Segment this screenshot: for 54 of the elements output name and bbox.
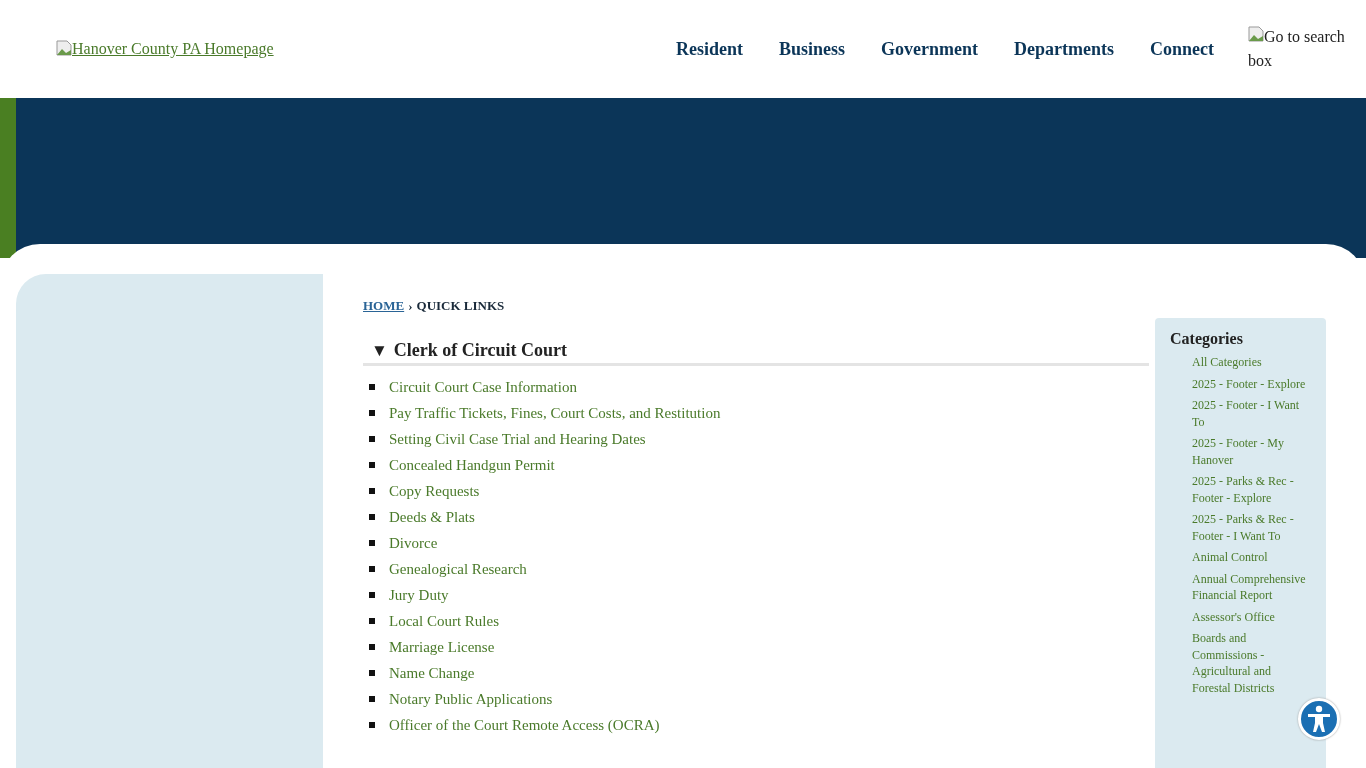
bullet-icon <box>369 644 375 650</box>
category-link[interactable]: Boards and Commissions - Agricultural and Forestal Districts <box>1192 630 1312 696</box>
bullet-icon <box>369 592 375 598</box>
quick-link[interactable]: Notary Public Applications <box>389 690 553 708</box>
category-link[interactable]: 2025 - Footer - My Hanover <box>1192 435 1312 468</box>
breadcrumb-current: QUICK LINKS <box>416 298 505 314</box>
bullet-icon <box>369 540 375 546</box>
bullet-icon <box>369 384 375 390</box>
quick-link[interactable]: Marriage License <box>389 638 495 656</box>
quick-link[interactable]: Circuit Court Case Information <box>389 378 577 396</box>
nav-link[interactable]: Government <box>881 38 978 60</box>
breadcrumb-separator: › <box>408 298 413 314</box>
accessibility-icon <box>1306 705 1332 733</box>
nav-link[interactable]: Departments <box>1014 38 1114 60</box>
logo-link[interactable]: Hanover County PA Homepage <box>56 40 274 58</box>
quick-link[interactable]: Pay Traffic Tickets, Fines, Court Costs, and Restitution <box>389 404 721 422</box>
nav-link[interactable]: Resident <box>676 38 743 60</box>
bullet-icon <box>369 696 375 702</box>
quick-link[interactable]: Name Change <box>389 664 475 682</box>
collapse-toggle[interactable]: ▼ <box>371 340 388 361</box>
category-link[interactable]: 2025 - Parks & Rec - Footer - Explore <box>1192 473 1312 506</box>
breadcrumb-link[interactable]: HOME <box>363 298 405 314</box>
bullet-icon <box>369 410 375 416</box>
bullet-icon <box>369 436 375 442</box>
quick-link[interactable]: Genealogical Research <box>389 560 527 578</box>
bullet-icon <box>369 670 375 676</box>
quick-link[interactable]: Local Court Rules <box>389 612 499 630</box>
category-link[interactable]: 2025 - Parks & Rec - Footer - I Want To <box>1192 511 1312 544</box>
quick-link[interactable]: Copy Requests <box>389 482 480 500</box>
bullet-icon <box>369 514 375 520</box>
quick-link[interactable]: Deeds & Plats <box>389 508 475 526</box>
category-link[interactable]: Animal Control <box>1192 549 1312 566</box>
bullet-icon <box>369 566 375 572</box>
search-link[interactable]: Go to search box <box>1248 25 1348 73</box>
bullet-icon <box>369 618 375 624</box>
quick-link[interactable]: Jury Duty <box>389 586 449 604</box>
category-link[interactable]: 2025 - Footer - I Want To <box>1192 397 1312 430</box>
categories-title: Categories <box>1170 330 1244 348</box>
category-link[interactable]: Assessor's Office <box>1192 608 1312 625</box>
quick-link[interactable]: Divorce <box>389 534 438 552</box>
bullet-icon <box>369 488 375 494</box>
nav-link[interactable]: Business <box>779 38 846 60</box>
quick-link[interactable]: Concealed Handgun Permit <box>389 456 555 474</box>
bullet-icon <box>369 462 375 468</box>
category-link[interactable]: All Categories <box>1192 354 1312 371</box>
broken-image-icon <box>1248 26 1264 42</box>
nav-link[interactable]: Connect <box>1150 38 1214 60</box>
category-link[interactable]: Annual Comprehensive Financial Report <box>1192 570 1312 604</box>
quick-link[interactable]: Setting Civil Case Trial and Hearing Dates <box>389 430 646 448</box>
category-link[interactable]: 2025 - Footer - Explore <box>1192 375 1312 392</box>
quick-link[interactable]: Officer of the Court Remote Access (OCRA) <box>389 716 660 734</box>
broken-image-icon <box>56 40 72 56</box>
bullet-icon <box>369 722 375 728</box>
section-title: Clerk of Circuit Court <box>393 340 567 361</box>
